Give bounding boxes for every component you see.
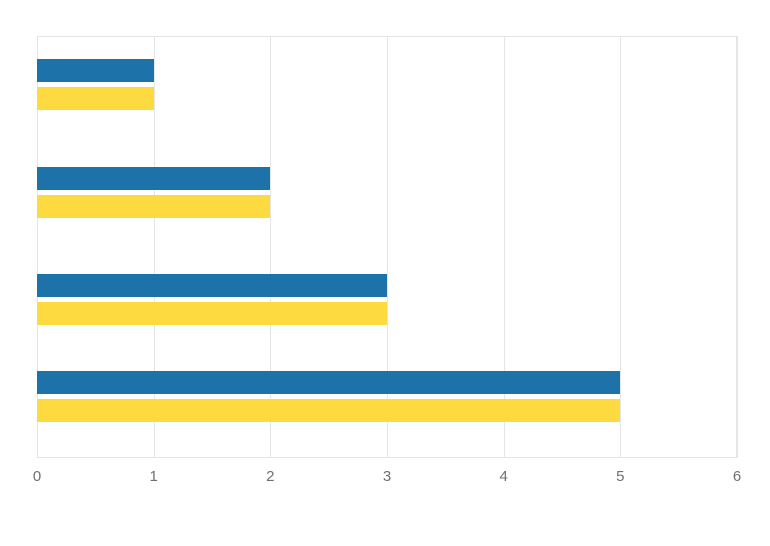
bar-series-0	[37, 167, 270, 190]
x-tick-label: 4	[499, 468, 507, 485]
x-tick-label: 3	[383, 468, 391, 485]
x-tick-label: 6	[733, 468, 741, 485]
bar-series-1	[37, 87, 154, 110]
bar-series-0	[37, 371, 620, 394]
x-gridline	[387, 36, 388, 458]
x-tick-label: 1	[149, 468, 157, 485]
x-tick-label: 0	[33, 468, 41, 485]
x-gridline	[270, 36, 271, 458]
plot-area: 0123456	[37, 36, 737, 458]
x-tick-label: 5	[616, 468, 624, 485]
bar-series-0	[37, 274, 387, 297]
x-gridline	[620, 36, 621, 458]
bar-series-0	[37, 59, 154, 82]
x-gridline	[737, 36, 738, 458]
bar-series-1	[37, 302, 387, 325]
x-gridline	[154, 36, 155, 458]
x-tick-label: 2	[266, 468, 274, 485]
bar-series-1	[37, 399, 620, 422]
horizontal-bar-chart: 0 1 2 3 4 5 6	[0, 0, 770, 546]
x-gridline	[504, 36, 505, 458]
bar-series-1	[37, 195, 270, 218]
